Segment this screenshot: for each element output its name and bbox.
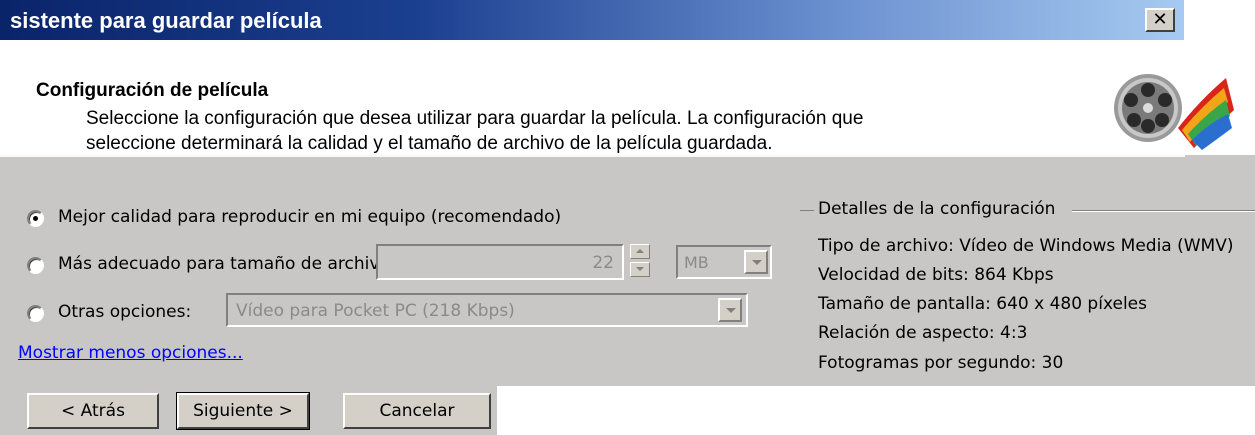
details-group-label: Detalles de la configuración [818,199,1056,219]
close-button[interactable]: ✕ [1145,8,1175,32]
file-size-input[interactable]: 22 [376,244,624,280]
panel-divider [0,155,1185,157]
other-options-value: Vídeo para Pocket PC (218 Kbps) [236,301,515,321]
radio-selected-dot [33,216,38,221]
show-fewer-options-link[interactable]: Mostrar menos opciones... [18,343,243,363]
chevron-down-icon [726,308,736,313]
radio-best-quality[interactable] [27,210,44,227]
page-description-line1: Seleccione la configuración que desea ut… [86,108,864,129]
close-icon: ✕ [1152,9,1168,30]
detail-aspect-ratio: Relación de aspecto: 4:3 [818,323,1028,343]
chevron-down-icon [752,260,762,265]
detail-file-type: Tipo de archivo: Vídeo de Windows Media … [818,236,1234,256]
detail-display-size: Tamaño de pantalla: 640 x 480 píxeles [818,294,1147,314]
arrow-up-icon [636,249,644,253]
page-title: Configuración de película [36,80,269,101]
radio-file-size[interactable] [27,257,44,274]
unit-dropdown-button[interactable] [744,250,768,274]
detail-fps: Fotogramas por segundo: 30 [818,353,1064,373]
group-border [800,210,814,211]
detail-bitrate: Velocidad de bits: 864 Kbps [818,265,1054,285]
back-button[interactable]: < Atrás [27,393,159,429]
other-options-select[interactable]: Vídeo para Pocket PC (218 Kbps) [226,293,748,327]
group-border-highlight [1072,211,1255,212]
unit-select-value: MB [684,253,709,272]
arrow-down-icon [636,267,644,271]
other-options-dropdown-button[interactable] [718,298,742,322]
page-description-line2: seleccione determinará la calidad y el t… [86,133,773,154]
radio-file-size-label[interactable]: Más adecuado para tamaño de archivo: [58,254,396,274]
radio-best-quality-label[interactable]: Mejor calidad para reproducir en mi equi… [58,207,561,227]
spin-up-button[interactable] [630,244,650,259]
file-size-value: 22 [592,253,614,273]
next-button[interactable]: Siguiente > [176,392,310,430]
film-reel-icon [1114,74,1234,150]
radio-other-options[interactable] [27,305,44,322]
radio-other-options-label[interactable]: Otras opciones: [58,302,191,322]
title-bar[interactable]: sistente para guardar película [0,0,1184,40]
cancel-button[interactable]: Cancelar [343,393,491,429]
spin-down-button[interactable] [630,262,650,277]
window-title: sistente para guardar película [10,8,322,33]
unit-select[interactable]: MB [676,245,772,279]
